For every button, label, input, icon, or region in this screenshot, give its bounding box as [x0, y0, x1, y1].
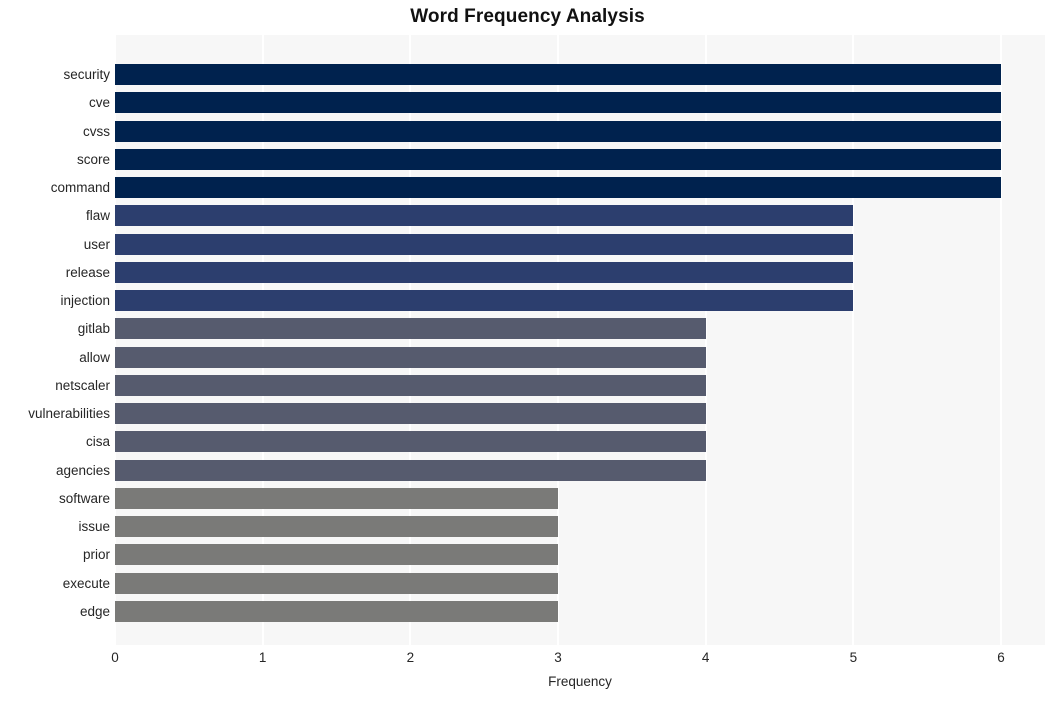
bar-row: [115, 403, 1045, 424]
y-tick-label-execute: execute: [62, 575, 110, 591]
bar-row: [115, 92, 1045, 114]
y-tick-label-release: release: [65, 264, 110, 280]
y-tick-label-injection: injection: [60, 293, 110, 308]
bar-issue: [115, 516, 558, 537]
bar-row: [115, 600, 1045, 622]
bar-score: [115, 148, 1001, 170]
y-tick-label-cisa: cisa: [85, 434, 110, 450]
bar-row: [115, 233, 1045, 255]
bar-edge: [115, 600, 558, 622]
bar-cve: [115, 92, 1001, 114]
bar-software: [115, 487, 558, 509]
y-tick-label-security: security: [63, 67, 110, 82]
word-frequency-bar-chart: Word Frequency Analysis security cve cvss s…: [0, 0, 1055, 701]
bar-user: [115, 233, 854, 255]
bar-row: [115, 64, 1045, 85]
y-tick-label-gitlab: gitlab: [77, 321, 110, 337]
bar-vulnerabilities: [115, 403, 706, 424]
bar-row: [115, 290, 1045, 311]
y-tick-label-score: score: [76, 151, 110, 167]
bar-row: [115, 148, 1045, 170]
bar-row: [115, 516, 1045, 537]
bar-injection: [115, 290, 854, 311]
bar-row: [115, 120, 1045, 142]
y-tick-label-agencies: agencies: [55, 462, 110, 478]
x-tick-label-4: 4: [701, 650, 710, 665]
bar-row: [115, 572, 1045, 594]
bar-allow: [115, 346, 706, 368]
bar-row: [115, 431, 1045, 453]
plot-area: [114, 35, 1045, 645]
bar-cvss: [115, 120, 1001, 142]
x-axis-tick-labels: 0 1 2 3 4 5 6: [111, 645, 1045, 671]
x-tick-label-0: 0: [111, 650, 119, 665]
x-tick-label-1: 1: [258, 650, 267, 665]
y-tick-label-netscaler: netscaler: [55, 377, 110, 393]
bar-row: [115, 261, 1045, 283]
bar-row: [115, 544, 1045, 566]
bars-layer: [115, 35, 1045, 645]
chart-title: Word Frequency Analysis: [410, 6, 645, 27]
x-tick-label-5: 5: [849, 650, 858, 665]
bar-row: [115, 318, 1045, 340]
x-tick-label-2: 2: [406, 650, 415, 665]
bar-command: [115, 177, 1001, 198]
y-tick-label-edge: edge: [79, 603, 110, 619]
bar-row: [115, 205, 1045, 227]
y-tick-label-issue: issue: [78, 519, 110, 534]
bar-security: [115, 64, 1001, 85]
bar-agencies: [115, 459, 706, 481]
y-tick-label-cvss: cvss: [83, 123, 110, 139]
y-tick-label-prior: prior: [82, 547, 110, 563]
y-tick-label-vulnerabilities: vulnerabilities: [28, 406, 110, 421]
y-tick-label-cve: cve: [88, 95, 110, 111]
bar-netscaler: [115, 374, 706, 396]
y-tick-label-allow: allow: [79, 349, 110, 365]
x-axis-title: Frequency: [548, 674, 612, 689]
x-tick-label-6: 6: [997, 650, 1005, 665]
bar-flaw: [115, 205, 854, 227]
y-axis-tick-labels: security cve cvss score command flaw user relea…: [0, 35, 110, 645]
bar-row: [115, 487, 1045, 509]
bar-row: [115, 177, 1045, 198]
bar-prior: [115, 544, 558, 566]
y-tick-label-user: user: [83, 236, 110, 252]
y-tick-label-flaw: flaw: [85, 208, 110, 224]
bar-cisa: [115, 431, 706, 453]
bar-row: [115, 346, 1045, 368]
bar-release: [115, 261, 854, 283]
y-tick-label-command: command: [50, 180, 110, 195]
bar-row: [115, 374, 1045, 396]
bar-row: [115, 459, 1045, 481]
y-tick-label-software: software: [58, 490, 110, 506]
x-tick-label-3: 3: [554, 650, 562, 665]
bar-gitlab: [115, 318, 706, 340]
bar-execute: [115, 572, 558, 594]
